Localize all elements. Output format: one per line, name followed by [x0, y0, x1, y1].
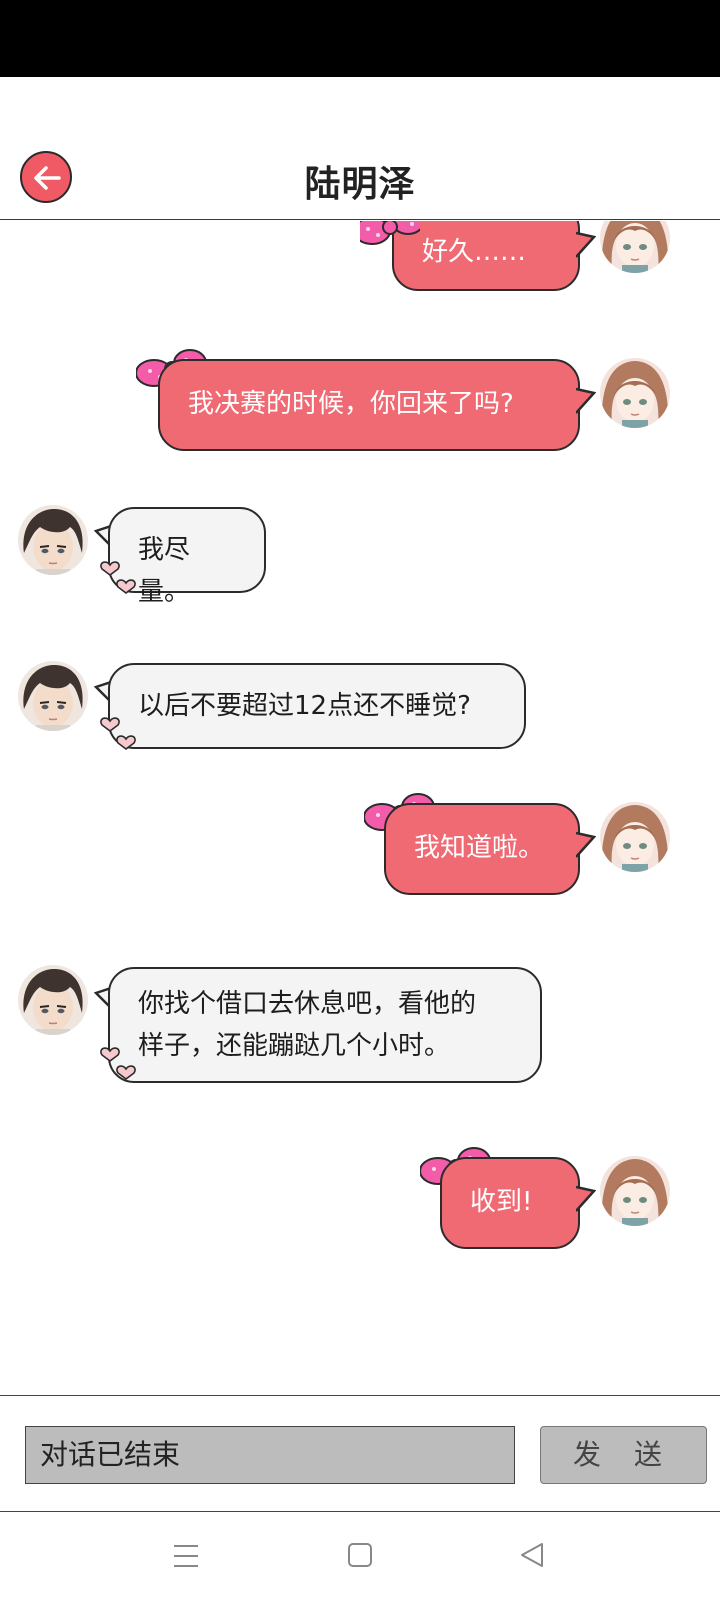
message-text: 你找个借口去休息吧，看他的 [138, 989, 477, 1019]
girl-avatar-icon [600, 358, 670, 428]
message-text: 样子，还能蹦跶几个小时。 [138, 1031, 451, 1061]
message-them: 你找个借口去休息吧，看他的 样子，还能蹦跶几个小时。 [0, 963, 720, 1093]
message-me: 我知道啦。 [0, 793, 720, 905]
message-text: 我知道啦。 [414, 833, 545, 863]
heart-icon [100, 561, 136, 594]
message-input[interactable]: 对话已结束 [25, 1426, 515, 1484]
message-them: 我尽量。 [0, 503, 720, 607]
input-bar: 对话已结束 发 送 [0, 1395, 720, 1512]
boy-avatar-icon [18, 965, 88, 1035]
heart-icon [100, 717, 136, 750]
chat-bubble: 你找个借口去休息吧，看他的 样子，还能蹦跶几个小时。 [108, 967, 542, 1083]
heart-icon [100, 1047, 136, 1080]
girl-avatar-icon [600, 802, 670, 872]
bubble-tail [576, 387, 596, 414]
status-bar [0, 0, 720, 77]
message-me: 我决赛的时候，你回来了吗? [0, 349, 720, 461]
bubble-tail [576, 231, 596, 258]
girl-avatar-icon [600, 221, 670, 273]
message-text: 我决赛的时候，你回来了吗? [188, 389, 514, 419]
system-nav-bar [0, 1512, 720, 1600]
chat-bubble: 收到! [440, 1157, 580, 1249]
avatar [600, 802, 670, 872]
avatar [600, 358, 670, 428]
bubble-tail [576, 1185, 596, 1212]
square-icon[interactable] [340, 1538, 380, 1574]
menu-icon[interactable] [166, 1538, 206, 1574]
message-text: 好久…… [422, 237, 527, 267]
chat-area[interactable]: 好久…… 我决赛的时候，你回来了吗? 我尽量。 以后不要超过12点还不睡觉? 我… [0, 221, 720, 1395]
chat-bubble: 我知道啦。 [384, 803, 580, 895]
avatar [18, 965, 88, 1035]
avatar [600, 221, 670, 273]
message-text: 收到! [470, 1187, 533, 1217]
boy-avatar-icon [18, 661, 88, 731]
girl-avatar-icon [600, 1156, 670, 1226]
triangle-back-icon[interactable] [512, 1538, 552, 1574]
message-me: 收到! [0, 1147, 720, 1259]
chat-bubble: 我决赛的时候，你回来了吗? [158, 359, 580, 451]
avatar [18, 505, 88, 575]
message-me: 好久…… [0, 221, 720, 301]
send-button[interactable]: 发 送 [540, 1426, 707, 1484]
boy-avatar-icon [18, 505, 88, 575]
bow-icon [360, 221, 420, 245]
message-text: 以后不要超过12点还不睡觉? [138, 691, 471, 721]
message-text: 我尽量。 [138, 535, 191, 607]
page-title: 陆明泽 [304, 164, 416, 205]
avatar [18, 661, 88, 731]
message-them: 以后不要超过12点还不睡觉? [0, 659, 720, 759]
bubble-tail [576, 831, 596, 858]
chat-bubble: 以后不要超过12点还不睡觉? [108, 663, 526, 749]
avatar [600, 1156, 670, 1226]
chat-header: 陆明泽 [0, 77, 720, 220]
chat-bubble: 好久…… [392, 221, 580, 291]
